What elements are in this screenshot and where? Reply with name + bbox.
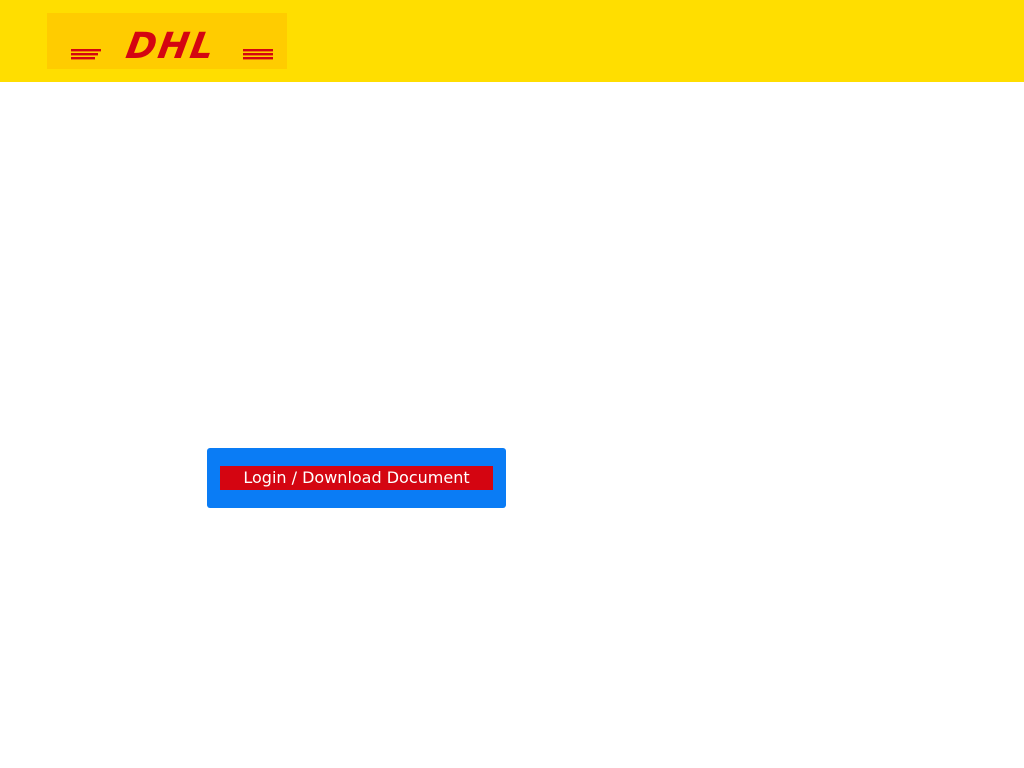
- login-download-button[interactable]: Login / Download Document: [220, 466, 493, 490]
- header-bar: DHL: [0, 0, 1024, 82]
- dhl-logo-icon: DHL: [71, 24, 273, 67]
- svg-text:DHL: DHL: [123, 24, 219, 67]
- login-download-frame: Login / Download Document: [207, 448, 506, 508]
- dhl-logo: DHL: [47, 13, 287, 69]
